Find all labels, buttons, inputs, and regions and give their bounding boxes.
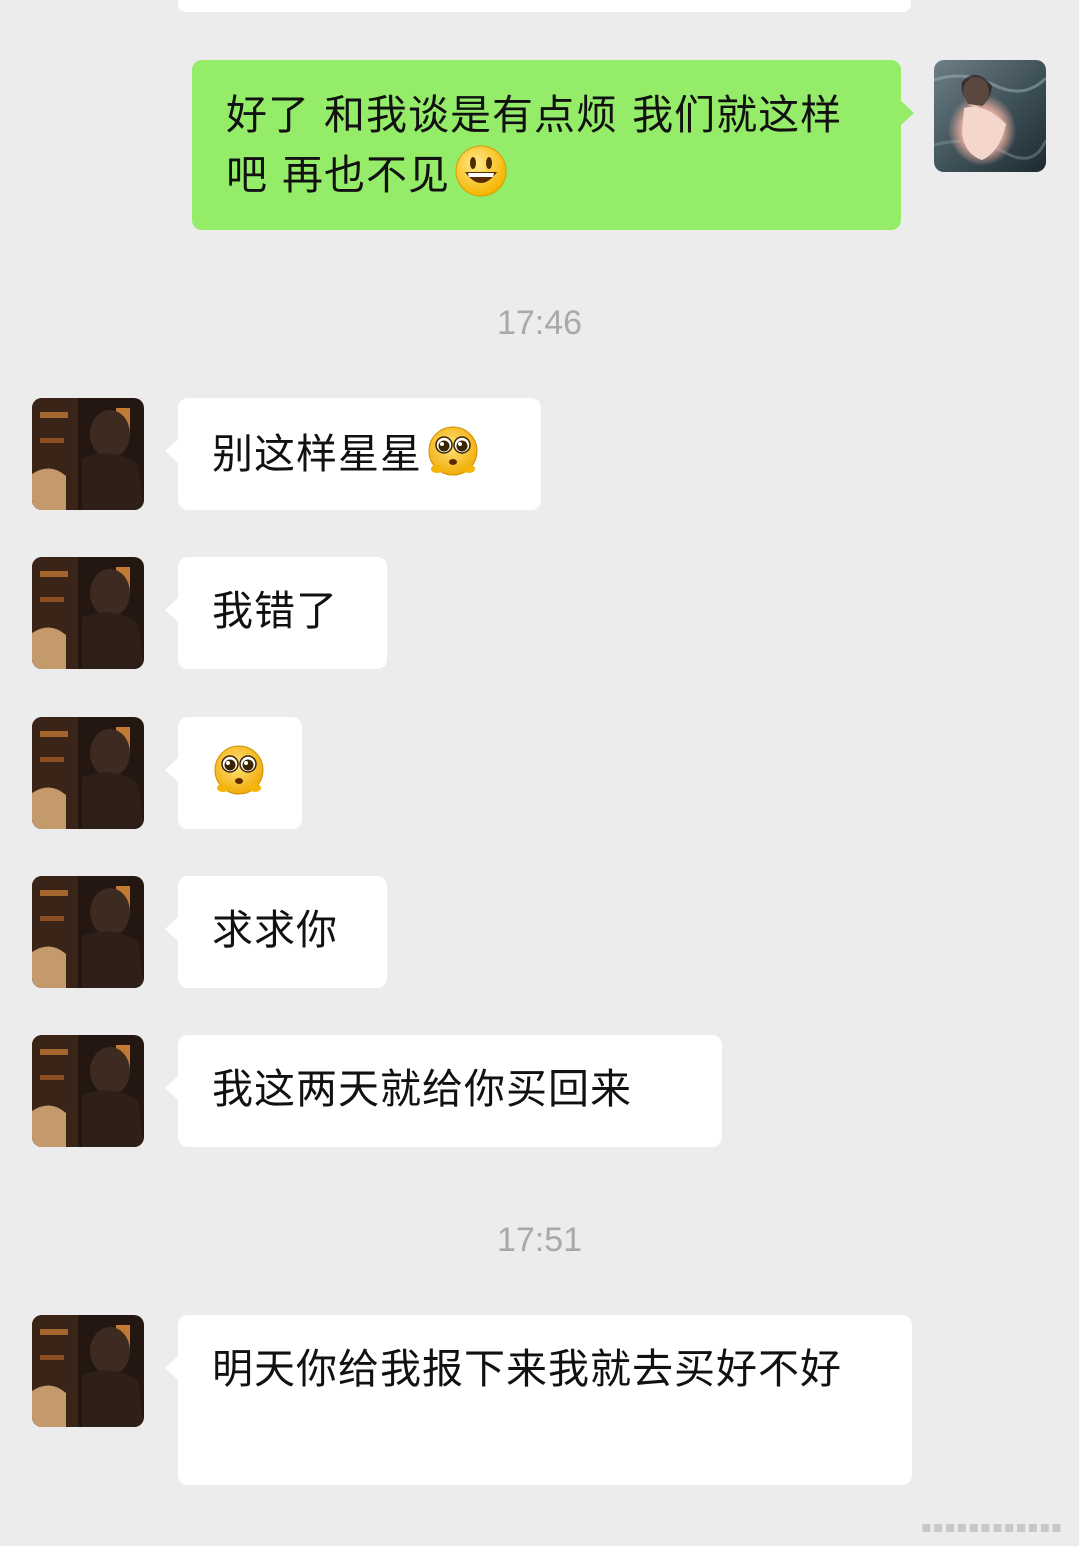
timestamp: 17:51 [496,1221,583,1259]
message-text: 我这两天就给你买回来 [212,1065,632,1113]
contact-avatar[interactable] [32,717,144,829]
message-text: 好了 和我谈是有点烦 我们就这样吧 再也不见 [226,91,843,199]
message-text: 明天你给我报下来我就去买好不好 [212,1345,842,1393]
incoming-message-bubble[interactable]: 我错了 [165,557,387,669]
contact-avatar[interactable] [32,398,144,510]
watermark: ▪▪▪▪▪▪▪▪▪▪▪▪ [920,1517,1063,1536]
incoming-message-bubble[interactable]: 明天你给我报下来我就去买好不好 [165,1315,912,1485]
incoming-message-bubble[interactable] [165,717,302,829]
contact-avatar[interactable] [32,1315,144,1427]
message-text: 求求你 [212,906,338,954]
my-avatar[interactable] [934,60,1046,172]
previous-message-bubble [178,0,911,12]
grinning-face-emoji-icon [454,144,508,198]
pleading-face-emoji-icon [212,742,266,796]
contact-avatar[interactable] [32,876,144,988]
contact-avatar[interactable] [32,1035,144,1147]
message-text: 我错了 [212,587,338,635]
contact-avatar[interactable] [32,557,144,669]
incoming-message-bubble[interactable]: 我这两天就给你买回来 [165,1035,722,1147]
incoming-message-bubble[interactable]: 求求你 [165,876,387,988]
incoming-message-bubble[interactable]: 别这样星星 [165,398,541,510]
timestamp: 17:46 [496,304,583,342]
outgoing-message-bubble[interactable]: 好了 和我谈是有点烦 我们就这样吧 再也不见 [192,60,914,230]
message-text: 别这样星星 [212,430,422,478]
pleading-face-emoji-icon [426,423,480,477]
